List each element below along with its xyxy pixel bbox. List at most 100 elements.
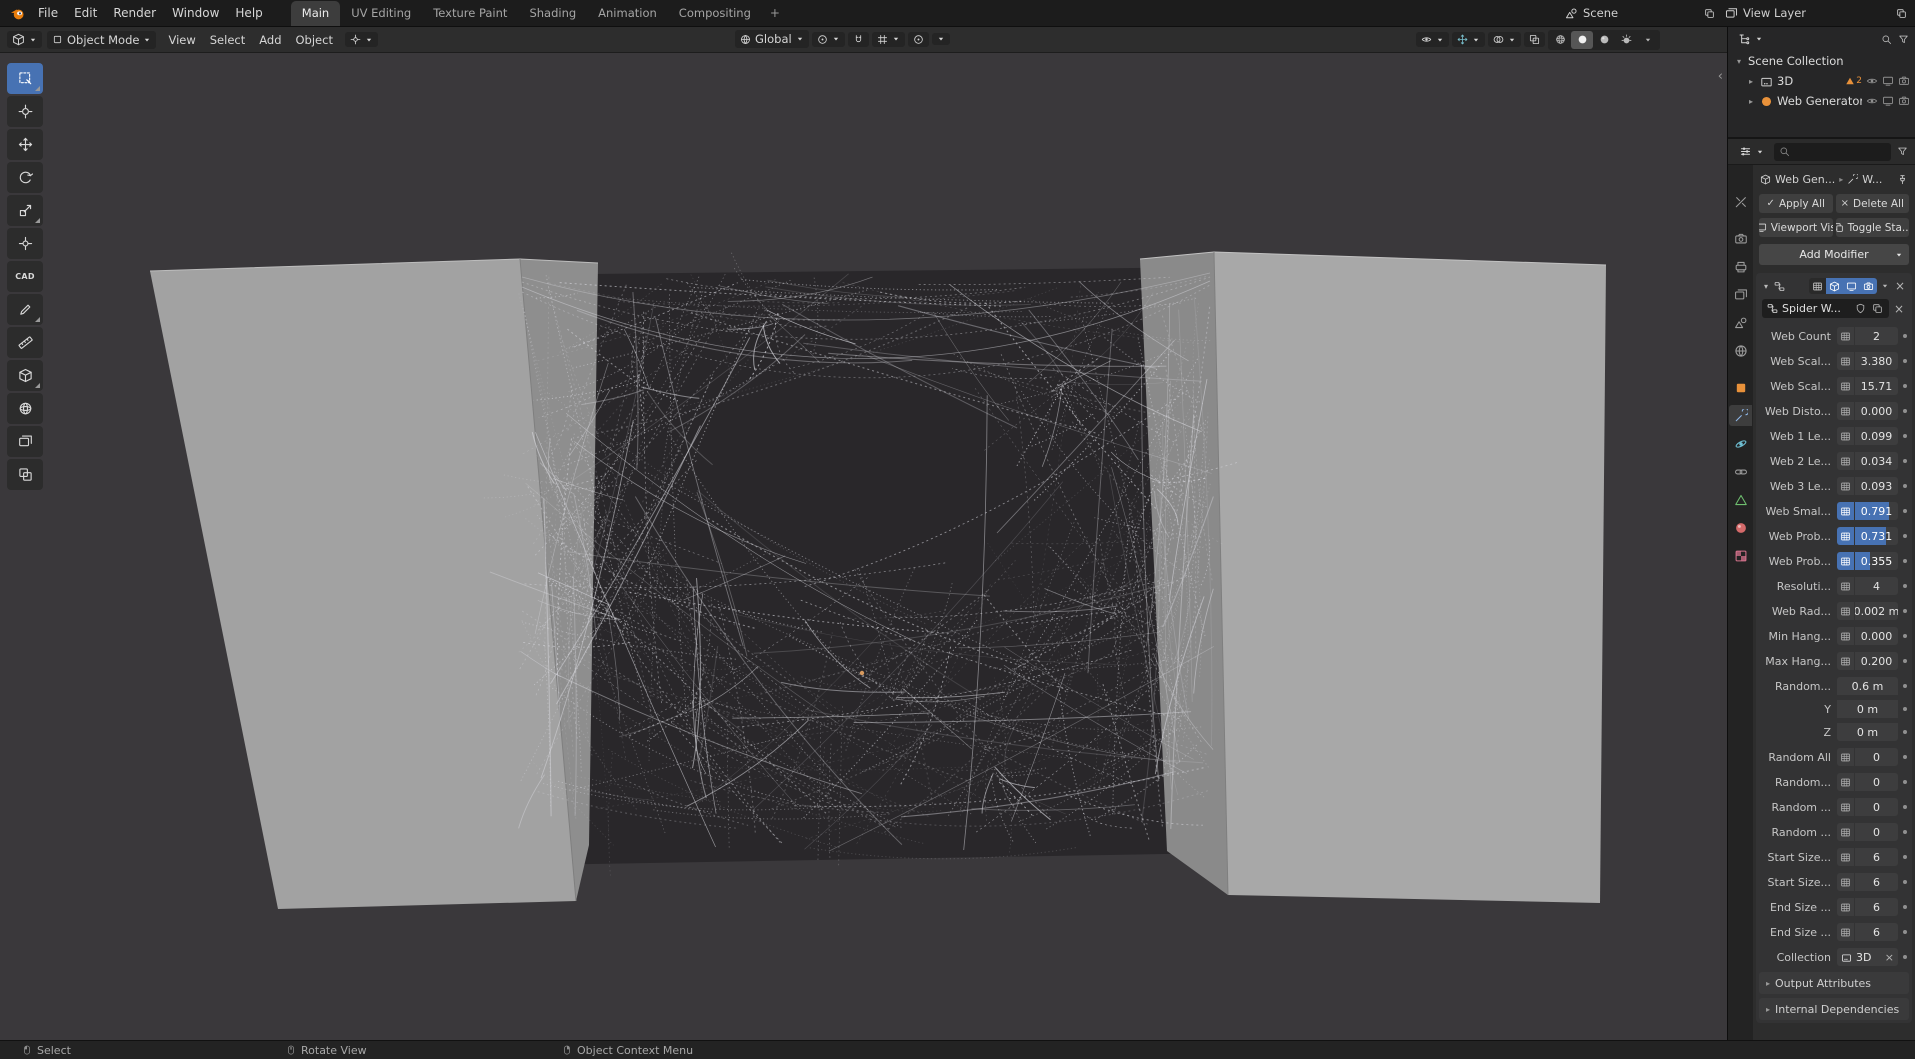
attribute-toggle-button[interactable]	[1837, 552, 1854, 570]
tool-add-sphere[interactable]	[7, 393, 43, 424]
animate-decorator[interactable]	[1903, 930, 1907, 934]
animate-decorator[interactable]	[1903, 359, 1907, 363]
animate-decorator[interactable]	[1903, 830, 1907, 834]
param-value-field[interactable]: 0	[1855, 748, 1898, 766]
workspace-tab-uv-editing[interactable]: UV Editing	[340, 1, 422, 26]
workspace-tab-shading[interactable]: Shading	[518, 1, 587, 26]
gizmos-dropdown[interactable]	[1452, 32, 1485, 47]
tool-transform[interactable]	[7, 228, 43, 259]
param-value-field[interactable]: 15.71	[1855, 377, 1898, 395]
editor-type-button[interactable]	[7, 31, 42, 48]
animate-decorator[interactable]	[1903, 334, 1907, 338]
param-value-field[interactable]: 0	[1855, 823, 1898, 841]
attribute-toggle-button[interactable]	[1837, 452, 1854, 470]
attribute-toggle-button[interactable]	[1837, 823, 1854, 841]
disclosure-triangle[interactable]: ▸	[1746, 77, 1756, 86]
modifier-toggle-camera[interactable]	[1859, 278, 1877, 294]
properties-editor-type-button[interactable]	[1734, 143, 1769, 160]
viewport-menu-add[interactable]: Add	[252, 30, 288, 50]
attribute-toggle-button[interactable]	[1837, 377, 1854, 395]
param-value-field[interactable]: 0.200	[1855, 652, 1898, 670]
attribute-toggle-button[interactable]	[1837, 527, 1854, 545]
apply-all-button[interactable]: ✓ Apply All	[1759, 194, 1833, 213]
tool-cursor[interactable]	[7, 96, 43, 127]
collection-field[interactable]: 3D ×	[1837, 948, 1898, 966]
properties-tab-physics[interactable]	[1729, 433, 1752, 454]
breadcrumb-modifier[interactable]: W...	[1862, 173, 1882, 186]
scene-selector[interactable]: Scene	[1565, 6, 1715, 20]
xray-toggle[interactable]	[1524, 32, 1545, 47]
modifier-header[interactable]: ▾ ×	[1756, 275, 1912, 297]
tool-measure[interactable]	[7, 327, 43, 358]
viewport-menu-view[interactable]: View	[161, 30, 202, 50]
blender-menu-button[interactable]	[10, 6, 25, 21]
new-view-layer-icon[interactable]	[1896, 8, 1907, 19]
properties-tab-view-layer[interactable]	[1729, 284, 1752, 305]
disclosure-triangle[interactable]: ▾	[1734, 57, 1744, 66]
outliner-toggle-camera[interactable]	[1898, 75, 1910, 87]
animate-decorator[interactable]	[1903, 730, 1907, 734]
disclosure-triangle[interactable]: ▸	[1746, 97, 1756, 106]
properties-filter-button[interactable]	[1896, 145, 1909, 158]
properties-tab-modifiers[interactable]	[1729, 405, 1752, 426]
node-group-field[interactable]: Spider W...	[1762, 299, 1889, 318]
attribute-toggle-button[interactable]	[1837, 773, 1854, 791]
tool-options-dropdown[interactable]	[344, 32, 378, 47]
attribute-toggle-button[interactable]	[1837, 352, 1854, 370]
tool-scale[interactable]	[7, 195, 43, 226]
shading-rendered-button[interactable]	[1615, 31, 1637, 49]
param-value-field[interactable]: 2	[1855, 327, 1898, 345]
snap-target-dropdown[interactable]	[871, 31, 905, 47]
outliner-row-scene-collection[interactable]: ▾ Scene Collection	[1728, 51, 1915, 71]
properties-tab-data[interactable]	[1729, 489, 1752, 510]
tool-rotate[interactable]	[7, 162, 43, 193]
workspace-tab-animation[interactable]: Animation	[587, 1, 668, 26]
tool-clip-region[interactable]	[7, 459, 43, 490]
param-value-field[interactable]: 6	[1855, 873, 1898, 891]
attribute-toggle-button[interactable]	[1837, 427, 1854, 445]
orientation-dropdown[interactable]: Global	[735, 30, 809, 48]
modifier-toggle-monitor[interactable]	[1842, 278, 1860, 294]
collection-clear-button[interactable]: ×	[1885, 951, 1894, 964]
sidebar-toggle[interactable]: ‹	[1718, 69, 1723, 84]
param-value-field[interactable]: 0	[1855, 798, 1898, 816]
toggle-stack-button[interactable]: Toggle Sta...	[1835, 218, 1909, 237]
shading-wireframe-button[interactable]	[1549, 31, 1571, 49]
shading-solid-button[interactable]	[1571, 30, 1593, 49]
param-value-field[interactable]: 6	[1855, 923, 1898, 941]
tool-annotate[interactable]	[7, 294, 43, 325]
attribute-toggle-button[interactable]	[1837, 627, 1854, 645]
breadcrumb-object[interactable]: Web Gen...	[1775, 173, 1835, 186]
outliner-toggle-camera[interactable]	[1898, 95, 1910, 107]
attribute-toggle-button[interactable]	[1837, 748, 1854, 766]
tool-image-reference[interactable]	[7, 426, 43, 457]
attribute-toggle-button[interactable]	[1837, 502, 1854, 520]
outliner-toggle-eye[interactable]	[1866, 75, 1878, 87]
properties-tab-material[interactable]	[1729, 517, 1752, 538]
attribute-toggle-button[interactable]	[1837, 923, 1854, 941]
outliner-editor-type-button[interactable]	[1733, 31, 1768, 48]
viewport-menu-select[interactable]: Select	[203, 30, 252, 50]
param-value-field[interactable]: 0 m	[1837, 723, 1898, 741]
param-value-field[interactable]: 0.002 m	[1855, 602, 1898, 620]
outliner-row-3d[interactable]: ▸ 3D 2	[1728, 71, 1915, 91]
param-value-field[interactable]: 0.034	[1855, 452, 1898, 470]
shading-options-dropdown[interactable]	[1637, 31, 1659, 49]
object-visibility-dropdown[interactable]	[1416, 32, 1449, 47]
animate-decorator[interactable]	[1903, 780, 1907, 784]
menu-help[interactable]: Help	[227, 3, 270, 23]
properties-tab-tool[interactable]	[1729, 191, 1752, 212]
animate-decorator[interactable]	[1903, 509, 1907, 513]
animate-decorator[interactable]	[1903, 659, 1907, 663]
animate-decorator[interactable]	[1903, 905, 1907, 909]
menu-edit[interactable]: Edit	[66, 3, 105, 23]
param-value-field[interactable]: 0.099	[1855, 427, 1898, 445]
overlays-dropdown[interactable]	[1488, 32, 1521, 47]
animate-decorator[interactable]	[1903, 409, 1907, 413]
param-value-field[interactable]: 6	[1855, 898, 1898, 916]
animate-decorator[interactable]	[1903, 484, 1907, 488]
attribute-toggle-button[interactable]	[1837, 798, 1854, 816]
workspace-tab-main[interactable]: Main	[290, 1, 341, 26]
animate-decorator[interactable]	[1903, 684, 1907, 688]
add-workspace-button[interactable]: +	[762, 2, 788, 26]
